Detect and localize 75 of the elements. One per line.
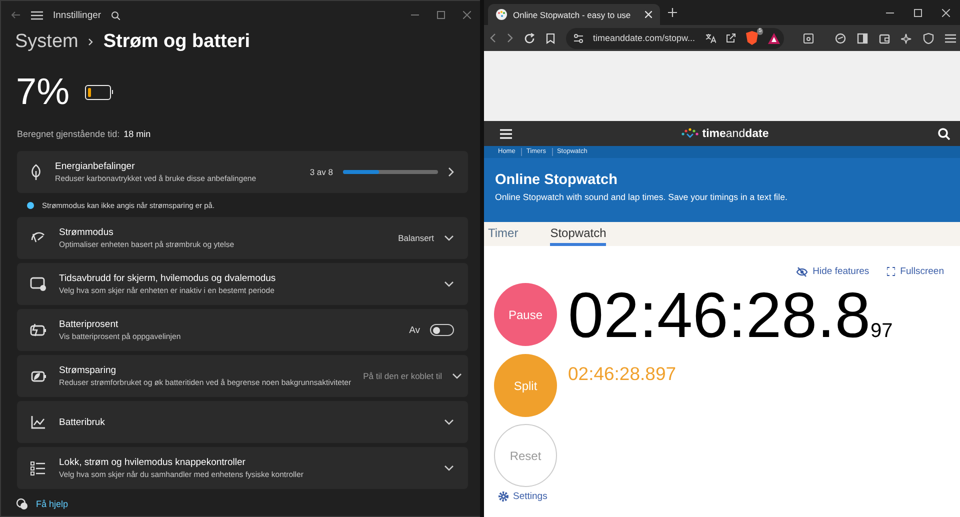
remaining-time-label: Beregnet gjenstående tid: [17, 129, 120, 139]
wallet-icon[interactable] [879, 32, 890, 44]
action-link[interactable]: Hide features [796, 266, 870, 277]
back-icon[interactable] [490, 33, 496, 43]
leaf-icon [29, 164, 43, 180]
rewards-triangle-icon[interactable] [768, 32, 780, 44]
settings-link[interactable]: Settings [494, 491, 960, 502]
toggle-switch[interactable] [430, 324, 454, 336]
breadcrumb-link[interactable]: System [15, 31, 78, 53]
vpn-shield-icon[interactable] [923, 32, 934, 44]
recommendation-count: 3 av 8 [310, 167, 333, 177]
stopwatch-time: 02:46:28.897 [568, 283, 894, 347]
maximize-icon[interactable] [914, 8, 922, 16]
chevron-right-icon [448, 167, 454, 177]
translate-icon[interactable] [705, 33, 716, 43]
share-icon[interactable] [726, 33, 736, 43]
chevron-right-icon [88, 38, 94, 46]
row-title: Strømmodus [59, 227, 114, 238]
page-tab[interactable]: Stopwatch [550, 222, 606, 246]
eye-slash-icon [796, 266, 808, 276]
info-icon [27, 202, 34, 208]
row-title: Lokk, strøm og hvilemodus knappekontroller [59, 457, 246, 468]
shield-icon[interactable] [746, 31, 758, 45]
row-title: Strømsparing [59, 365, 118, 376]
app-title: Innstillinger [53, 10, 102, 20]
chevron-down-icon[interactable] [444, 235, 454, 241]
card-title: Energianbefalinger [55, 161, 136, 172]
menu-icon[interactable] [945, 32, 956, 44]
browser-tab[interactable]: Online Stopwatch - easy to use [488, 4, 660, 25]
settings-row[interactable]: Batteribruk [17, 401, 468, 443]
battery-icon [85, 84, 112, 100]
help-link[interactable]: Få hjelp [36, 499, 68, 509]
remaining-time-value: 18 min [124, 129, 151, 139]
split-time: 02:46:28.897 [568, 362, 678, 386]
forward-icon[interactable] [507, 33, 513, 43]
clock-favicon-icon [496, 9, 507, 20]
sidebar-icon[interactable] [857, 32, 868, 44]
chevron-down-icon[interactable] [452, 373, 462, 379]
expand-icon [887, 267, 896, 276]
site-logo[interactable]: timeanddate [681, 128, 769, 140]
line-chart-icon [29, 413, 47, 431]
bookmark-icon[interactable] [546, 32, 555, 44]
dots-icon [681, 128, 700, 139]
menu-icon[interactable] [31, 10, 43, 20]
toggle-state-label: Av [409, 324, 420, 336]
chevron-down-icon[interactable] [444, 465, 454, 471]
new-tab-icon[interactable] [668, 8, 677, 17]
site-settings-icon[interactable] [574, 34, 583, 42]
chevron-down-icon[interactable] [444, 419, 454, 425]
row-title: Tidsavbrudd for skjerm, hvilemodus og dvalemodus [59, 273, 277, 284]
tab-title: Online Stopwatch - easy to use [513, 10, 631, 20]
url-text: timeanddate.com/stopw... [593, 33, 696, 43]
close-icon[interactable] [942, 8, 950, 16]
battery-percentage: 7% [16, 71, 70, 113]
help-chat-icon [16, 498, 28, 510]
list-icon [29, 459, 47, 477]
reader-icon[interactable] [803, 32, 814, 44]
row-title: Batteribruk [59, 416, 106, 428]
battery-icon [29, 321, 47, 339]
page-title: Online Stopwatch [495, 172, 618, 188]
back-arrow-icon[interactable] [11, 11, 21, 19]
search-icon[interactable] [938, 128, 950, 140]
page-description: Online Stopwatch with sound and lap times. Save your timings in a text file. [495, 192, 788, 202]
chevron-down-icon[interactable] [444, 281, 454, 287]
dropdown-value: På til den er koblet til [363, 371, 442, 381]
sparkle-icon[interactable] [901, 32, 912, 44]
maximize-icon[interactable] [437, 11, 445, 19]
row-title: Batteriprosent [59, 319, 120, 330]
search-icon[interactable] [111, 10, 120, 20]
gear-icon [498, 491, 509, 502]
action-link[interactable]: Fullscreen [887, 266, 944, 277]
reload-icon[interactable] [524, 32, 535, 44]
page-title: Strøm og batteri [103, 31, 250, 53]
page-tab[interactable]: Timer [488, 222, 518, 246]
dropdown-value[interactable]: Balansert [398, 233, 434, 243]
